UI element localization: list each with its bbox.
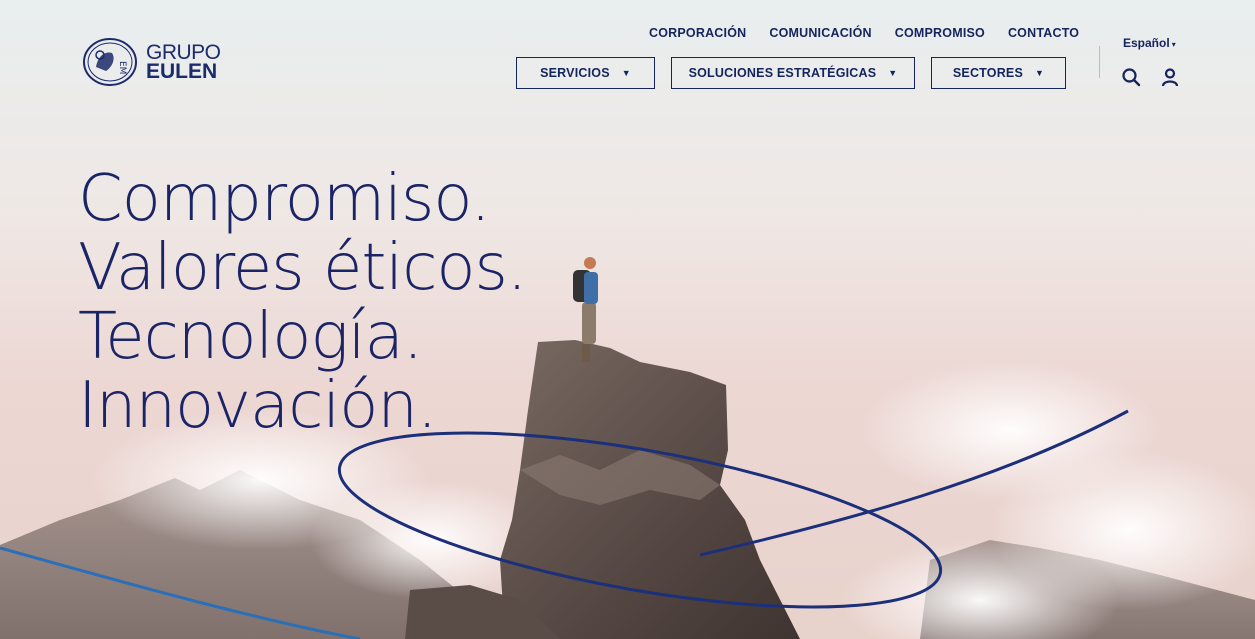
servicios-dropdown[interactable]: SERVICIOS ▼ [516,57,655,89]
divider [1099,46,1100,78]
caret-down-icon: ▼ [621,68,631,78]
language-label: Español [1123,36,1170,50]
soluciones-label: SOLUCIONES ESTRATÉGICAS [688,66,877,80]
logo-line-2: EULEN [146,60,218,83]
soluciones-dropdown[interactable]: SOLUCIONES ESTRATÉGICAS ▼ [671,57,915,89]
sectores-label: SECTORES [952,66,1024,80]
sectores-dropdown[interactable]: SECTORES ▼ [931,57,1066,89]
headline-line-2: Valores éticos. [78,231,527,305]
caret-down-icon: ▼ [1035,68,1045,78]
headline-line-1: Compromiso. [78,162,491,236]
caret-down-icon: ▾ [1171,40,1176,49]
nav-link-comunicacion[interactable]: COMUNICACIÓN [769,26,871,40]
language-selector[interactable]: Español ▾ [1123,36,1176,50]
caret-down-icon: ▼ [888,68,898,78]
headline-line-3: Tecnología. [78,300,423,374]
brand-logo[interactable]: EM GRUPO EULEN [82,37,221,87]
user-icon[interactable] [1160,67,1180,87]
top-nav: CORPORACIÓN COMUNICACIÓN COMPROMISO CONT… [640,26,1102,40]
headline-line-4: Innovación. [78,369,437,443]
hero-headline: Compromiso. Valores éticos. Tecnología. … [78,162,527,443]
svg-text:EM: EM [117,61,127,74]
search-icon[interactable] [1121,67,1141,87]
eulen-emblem-icon: EM [83,38,137,86]
servicios-label: SERVICIOS [540,66,610,80]
nav-link-contacto[interactable]: CONTACTO [1008,26,1079,40]
nav-link-corporacion[interactable]: CORPORACIÓN [649,26,746,40]
nav-link-compromiso[interactable]: COMPROMISO [895,26,985,40]
